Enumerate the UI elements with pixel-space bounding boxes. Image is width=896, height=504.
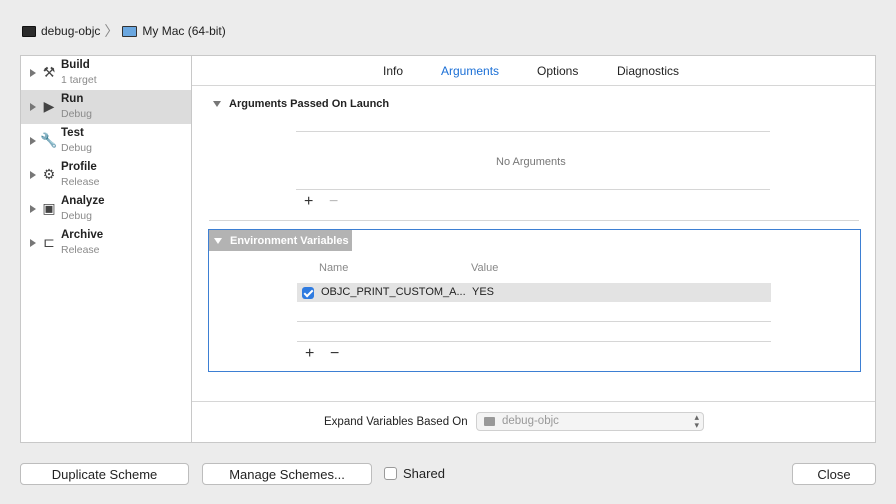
disclosure-triangle-icon[interactable] [30, 205, 36, 213]
sidebar-item-title: Build [61, 59, 90, 71]
tab-bar: Info Arguments Options Diagnostics [192, 56, 875, 86]
divider [296, 131, 770, 132]
column-header-value[interactable]: Value [471, 262, 498, 274]
terminal-app-icon [484, 417, 495, 426]
tab-arguments[interactable]: Arguments [441, 64, 499, 78]
sidebar-item-title: Profile [61, 161, 97, 173]
arguments-section-header[interactable]: Arguments Passed On Launch [213, 98, 389, 110]
tab-options[interactable]: Options [537, 64, 578, 78]
sidebar-item-archive[interactable]: ⊏ Archive Release [21, 226, 191, 260]
scheme-action-sidebar: ⚒ Build 1 target ▶ Run Debug 🔧 Test Debu… [21, 56, 192, 442]
archive-icon: ⊏ [43, 233, 55, 250]
shared-label: Shared [403, 466, 445, 481]
shared-checkbox[interactable]: Shared [384, 466, 445, 481]
analyze-icon: ▣ [42, 199, 56, 216]
no-arguments-text: No Arguments [496, 156, 566, 168]
hammer-icon: ⚒ [42, 63, 56, 80]
sidebar-item-subtitle: 1 target [61, 74, 97, 86]
env-var-value[interactable]: YES [472, 286, 494, 298]
sidebar-item-title: Archive [61, 229, 104, 241]
column-header-name[interactable]: Name [319, 262, 348, 274]
disclosure-triangle-icon[interactable] [30, 137, 36, 145]
play-icon: ▶ [43, 97, 55, 114]
popup-value: debug-objc [502, 415, 559, 427]
add-argument-button[interactable]: + [304, 194, 313, 210]
wrench-icon: 🔧 [40, 131, 58, 148]
divider [297, 341, 771, 342]
tab-diagnostics[interactable]: Diagnostics [617, 64, 679, 78]
sidebar-item-profile[interactable]: ⚙ Profile Release [21, 158, 191, 192]
scheme-editor: ⚒ Build 1 target ▶ Run Debug 🔧 Test Debu… [20, 55, 876, 443]
sidebar-item-subtitle: Debug [61, 108, 92, 120]
sidebar-item-build[interactable]: ⚒ Build 1 target [21, 56, 191, 90]
disclosure-triangle-icon[interactable] [213, 101, 221, 107]
manage-schemes-button[interactable]: Manage Schemes... [202, 463, 372, 485]
remove-variable-button[interactable]: − [330, 346, 339, 362]
sidebar-item-subtitle: Debug [61, 210, 92, 222]
expand-variables-label: Expand Variables Based On [324, 416, 468, 428]
disclosure-triangle-icon[interactable] [30, 103, 36, 111]
terminal-app-icon [22, 25, 36, 37]
chevron-right-icon: 〉 [104, 23, 119, 39]
sidebar-item-test[interactable]: 🔧 Test Debug [21, 124, 191, 158]
disclosure-triangle-icon[interactable] [30, 171, 36, 179]
sidebar-item-title: Analyze [61, 195, 105, 207]
sidebar-item-subtitle: Release [61, 176, 100, 188]
sidebar-item-subtitle: Debug [61, 142, 92, 154]
expand-variables-popup[interactable]: debug-objc ▴ ▾ [476, 412, 704, 431]
breadcrumb-destination[interactable]: My Mac (64-bit) [142, 24, 225, 38]
breadcrumb: debug-objc 〉 My Mac (64-bit) [22, 23, 226, 39]
divider [296, 189, 770, 190]
duplicate-scheme-button[interactable]: Duplicate Scheme [20, 463, 189, 485]
environment-section-title: Environment Variables [230, 234, 349, 247]
environment-section-header[interactable]: Environment Variables [209, 230, 352, 251]
sidebar-item-analyze[interactable]: ▣ Analyze Debug [21, 192, 191, 226]
section-divider [209, 220, 859, 221]
laptop-icon [122, 25, 138, 37]
breadcrumb-scheme[interactable]: debug-objc [41, 24, 100, 38]
scheme-content: Info Arguments Options Diagnostics Argum… [192, 56, 875, 442]
instruments-icon: ⚙ [42, 165, 56, 182]
arguments-section-title: Arguments Passed On Launch [229, 98, 390, 110]
disclosure-triangle-icon[interactable] [214, 237, 222, 244]
divider [297, 321, 771, 322]
add-variable-button[interactable]: + [305, 346, 314, 362]
up-down-arrows-icon: ▴ ▾ [694, 412, 699, 430]
table-row[interactable]: OBJC_PRINT_CUSTOM_A... YES [297, 283, 771, 302]
sidebar-item-title: Run [61, 93, 84, 105]
enable-checkbox[interactable] [302, 287, 314, 299]
tab-info[interactable]: Info [383, 64, 403, 78]
sidebar-item-run[interactable]: ▶ Run Debug [21, 90, 191, 124]
environment-variables-section: Environment Variables Name Value OBJC_PR… [208, 229, 861, 372]
checkbox-box[interactable] [384, 467, 397, 480]
env-var-name[interactable]: OBJC_PRINT_CUSTOM_A... [321, 286, 466, 298]
expand-variables-bar: Expand Variables Based On debug-objc ▴ ▾ [192, 401, 875, 443]
disclosure-triangle-icon[interactable] [30, 69, 36, 77]
sidebar-item-title: Test [61, 127, 84, 139]
close-button[interactable]: Close [792, 463, 876, 485]
sidebar-item-subtitle: Release [61, 244, 100, 256]
disclosure-triangle-icon[interactable] [30, 239, 36, 247]
remove-argument-button[interactable]: − [329, 194, 338, 210]
